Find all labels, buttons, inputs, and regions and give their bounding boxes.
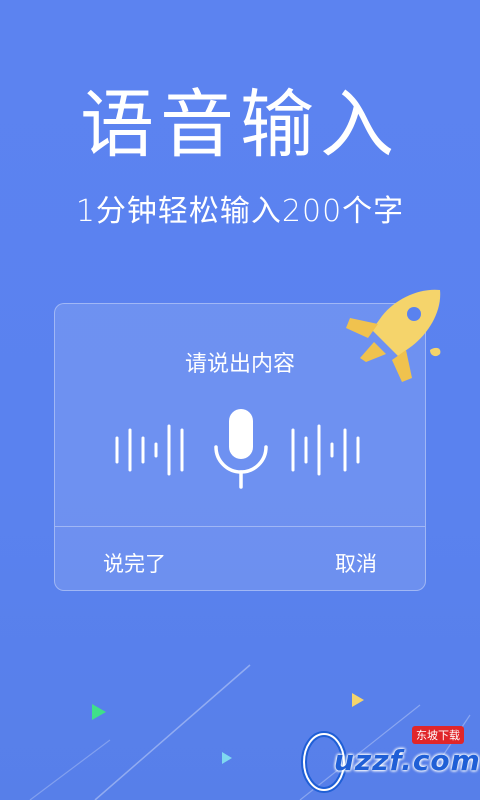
microphone-icon[interactable] [210, 407, 272, 491]
green-triangle-decoration [92, 704, 106, 720]
rocket-icon [346, 289, 441, 382]
logo-text: uzzf.com [334, 744, 480, 777]
sound-wave-left-icon [115, 424, 184, 476]
cyan-triangle-decoration [222, 752, 232, 764]
done-button[interactable]: 说完了 [103, 548, 166, 578]
uzzf-watermark-logo: 东坡下载 uzzf.com [300, 716, 480, 800]
hero-title: 语音输入 [80, 82, 400, 168]
hero-subtitle: 1分钟轻松输入200个字 [75, 194, 405, 229]
cancel-button[interactable]: 取消 [335, 548, 377, 578]
sound-wave-right-icon [291, 424, 360, 476]
yellow-triangle-decoration [352, 693, 364, 707]
logo-badge: 东坡下载 [412, 726, 464, 744]
dialog-divider [55, 526, 425, 527]
